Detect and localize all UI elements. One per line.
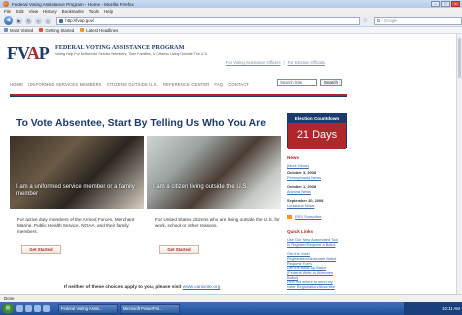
quick-link[interactable]: Get the Back-up Ballot (Federal Write-in… bbox=[287, 265, 341, 280]
stop-button[interactable]: × bbox=[34, 17, 42, 24]
news-item: October 1, 2008 Arizona News bbox=[287, 184, 316, 194]
quicklaunch-icon[interactable] bbox=[34, 305, 41, 312]
bookmark-latest-headlines[interactable]: Latest Headlines bbox=[80, 28, 118, 33]
link-voting-assistance-officers[interactable]: For Voting Assistance Officers bbox=[226, 60, 281, 65]
news-link[interactable]: Louisiana News bbox=[287, 203, 323, 208]
fvap-logo[interactable]: FVAP bbox=[7, 43, 50, 64]
forward-button[interactable]: ▶ bbox=[15, 17, 23, 24]
rss-icon bbox=[80, 28, 85, 32]
home-button[interactable]: ⌂ bbox=[44, 17, 52, 24]
system-tray: 10:11 AM bbox=[404, 302, 462, 315]
clock: 10:11 AM bbox=[442, 306, 460, 311]
browser-window: Federal Voting Assistance Program - Home… bbox=[0, 0, 462, 315]
quick-link[interactable]: Find out where to send my voter Registra… bbox=[287, 279, 341, 289]
menu-bar: File Edit View History Bookmarks Tools H… bbox=[0, 8, 462, 15]
get-started-citizen-button[interactable]: Get Started bbox=[159, 245, 199, 254]
site-search-button[interactable]: Search bbox=[320, 79, 342, 86]
menu-file[interactable]: File bbox=[4, 9, 11, 14]
more-news-link[interactable]: [More News] bbox=[287, 163, 309, 168]
site-subtitle: Voting Help For Uniformed Service Member… bbox=[55, 52, 208, 56]
start-button[interactable]: ⊞ bbox=[2, 303, 14, 314]
nav-faq[interactable]: FAQ bbox=[214, 82, 223, 87]
canivote-link[interactable]: www.canivote.org bbox=[183, 285, 221, 290]
citizen-panel[interactable]: I am a citizen living outside the U.S. bbox=[147, 136, 281, 209]
quick-link[interactable]: Use Our New Automated Tool to Register/R… bbox=[287, 237, 341, 247]
countdown-value: 21 Days bbox=[288, 123, 346, 149]
news-link[interactable]: Arizona News bbox=[287, 189, 316, 194]
bookmark-getting-started[interactable]: Getting Started bbox=[39, 28, 74, 33]
menu-edit[interactable]: Edit bbox=[16, 9, 24, 14]
rss-subscribe[interactable]: RSS Subscribe bbox=[287, 214, 321, 219]
site-title: FEDERAL VOTING ASSISTANCE PROGRAM bbox=[55, 44, 185, 51]
maximize-button[interactable]: □ bbox=[441, 1, 450, 7]
page-headline: To Vote Absentee, Start By Telling Us Wh… bbox=[16, 118, 266, 129]
audience-links: For Voting Assistance Officers | For Ele… bbox=[226, 60, 326, 65]
browser-search-input[interactable]: Google bbox=[373, 16, 462, 25]
service-member-panel[interactable]: I am a uniformed service member or a fam… bbox=[10, 136, 144, 209]
menu-tools[interactable]: Tools bbox=[89, 9, 99, 14]
news-item: October 3, 2008 Pennsylvania News bbox=[287, 170, 321, 180]
bookmark-most-visited[interactable]: Most Visited bbox=[4, 28, 33, 33]
quick-links-heading: Quick Links bbox=[287, 229, 314, 234]
news-link[interactable]: Pennsylvania News bbox=[287, 175, 321, 180]
taskbar: ⊞ Federal Voting Assis... Microsoft Powe… bbox=[0, 302, 462, 315]
bookmarks-toolbar: Most Visited Getting Started Latest Head… bbox=[0, 27, 462, 34]
service-member-description: For active duty members of the Armed For… bbox=[17, 217, 135, 234]
vertical-scrollbar[interactable] bbox=[456, 34, 462, 294]
nav-reference-center[interactable]: REFERENCE CENTER bbox=[163, 82, 209, 87]
firefox-icon bbox=[39, 28, 44, 32]
window-controls: – □ × bbox=[431, 1, 460, 7]
reload-button[interactable]: ↻ bbox=[25, 17, 32, 24]
service-member-label: I am a uniformed service member or a fam… bbox=[16, 184, 135, 197]
window-title: Federal Voting Assistance Program - Home… bbox=[12, 1, 134, 7]
folder-icon bbox=[4, 28, 8, 32]
election-countdown: Election Countdown 21 Days bbox=[287, 113, 347, 149]
link-election-officials[interactable]: For Election Officials bbox=[288, 60, 325, 65]
countdown-title: Election Countdown bbox=[288, 114, 346, 123]
main-nav: HOME UNIFORMED SERVICES MEMBERS CITIZENS… bbox=[10, 82, 249, 87]
rss-icon bbox=[287, 214, 292, 219]
status-bar: Done bbox=[0, 294, 462, 302]
menu-help[interactable]: Help bbox=[104, 9, 113, 14]
menu-history[interactable]: History bbox=[43, 9, 57, 14]
quicklaunch-icon[interactable] bbox=[43, 305, 50, 312]
nav-home[interactable]: HOME bbox=[10, 82, 23, 87]
close-button[interactable]: × bbox=[451, 1, 460, 7]
bookmark-star-icon[interactable]: ☆ bbox=[363, 17, 368, 24]
task-firefox[interactable]: Federal Voting Assis... bbox=[58, 303, 118, 314]
site-search-input[interactable]: Search Site bbox=[277, 79, 317, 86]
news-heading: News bbox=[287, 155, 300, 160]
get-started-service-button[interactable]: Get Started bbox=[21, 245, 61, 254]
citizen-label: I am a citizen living outside the U.S. bbox=[153, 184, 249, 190]
menu-bookmarks[interactable]: Bookmarks bbox=[62, 9, 84, 14]
navigation-toolbar: ◀ ▶ ↻ × ⌂ http://fvap.gov/ ☆ Google bbox=[0, 15, 462, 27]
web-page: FVAP FEDERAL VOTING ASSISTANCE PROGRAM V… bbox=[0, 34, 456, 294]
back-button[interactable]: ◀ bbox=[4, 16, 13, 25]
bottom-note: If neither of these choices apply to you… bbox=[64, 285, 221, 290]
quick-link[interactable]: Get the Voter Registration/Absentee Ball… bbox=[287, 251, 341, 266]
header-divider-blue bbox=[10, 96, 347, 97]
menu-view[interactable]: View bbox=[29, 9, 38, 14]
quicklaunch-icon[interactable] bbox=[16, 305, 23, 312]
address-bar[interactable]: http://fvap.gov/ bbox=[56, 16, 360, 25]
nav-citizens-outside[interactable]: CITIZENS OUTSIDE U.S. bbox=[107, 82, 158, 87]
news-item: September 30, 2008 Louisiana News bbox=[287, 198, 324, 208]
minimize-button[interactable]: – bbox=[431, 1, 440, 7]
title-bar: Federal Voting Assistance Program - Home… bbox=[0, 0, 462, 8]
firefox-icon bbox=[3, 1, 9, 7]
citizen-description: For United States citizens who are livin… bbox=[155, 217, 280, 228]
quicklaunch-icon[interactable] bbox=[25, 305, 32, 312]
task-powerpoint[interactable]: Microsoft PowerPoi... bbox=[120, 303, 180, 314]
nav-contact[interactable]: CONTACT bbox=[228, 82, 249, 87]
nav-uniformed-services[interactable]: UNIFORMED SERVICES MEMBERS bbox=[28, 82, 102, 87]
